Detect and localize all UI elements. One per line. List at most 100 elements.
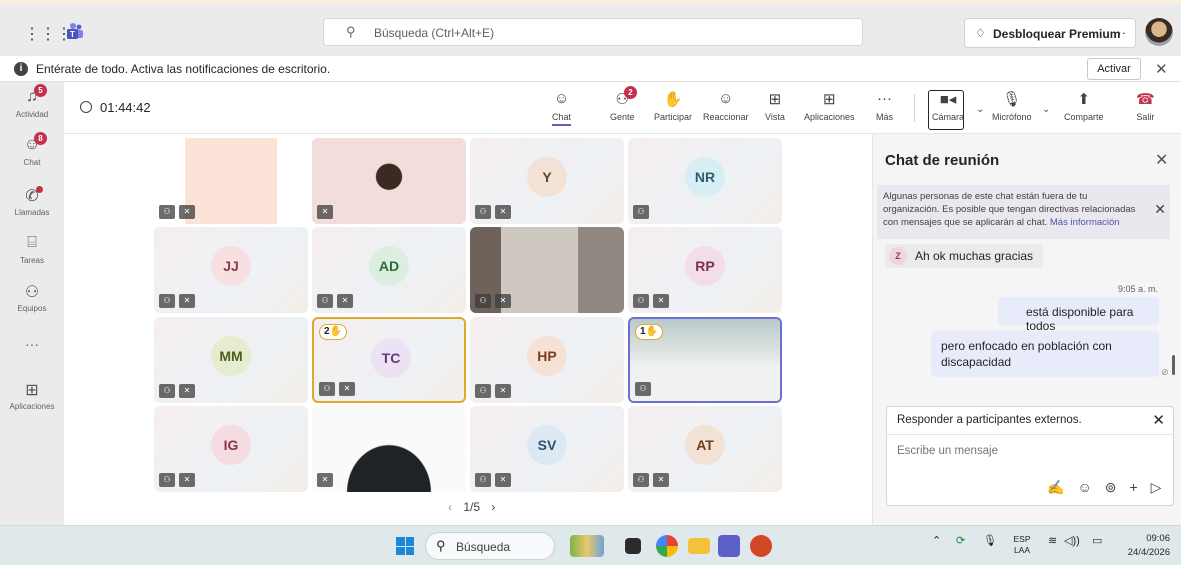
clock[interactable]: 09:06 24/4/2026 [1118, 532, 1170, 560]
react-button[interactable]: ☺ Reaccionar [703, 90, 749, 122]
participant-tile[interactable]: TC 2✋ ⚇ ✕ [312, 317, 466, 403]
participant-tile[interactable]: ✕ [312, 138, 466, 224]
clock-date: 24/4/2026 [1127, 547, 1170, 558]
participant-tile[interactable]: SV ⚇ ✕ [470, 406, 624, 492]
add-icon: ⊞ [822, 91, 836, 108]
participant-tile[interactable]: ⚇ ✕ [470, 227, 624, 313]
participant-tile[interactable]: RP ⚇ ✕ [628, 227, 782, 313]
guest-icon: ⚇ [475, 384, 491, 398]
participant-tile[interactable]: MM ⚇ ✕ [154, 317, 308, 403]
rail-item-chat[interactable]: ☺ 8 Chat [0, 132, 64, 167]
participant-video [312, 138, 466, 224]
participant-tile[interactable]: AT ⚇ ✕ [628, 406, 782, 492]
close-icon[interactable]: ✕ [1154, 202, 1166, 216]
next-page-button[interactable]: › [491, 500, 495, 514]
chrome-icon[interactable] [656, 535, 678, 557]
guest-icon: ⚇ [475, 205, 491, 219]
user-avatar[interactable] [1145, 18, 1173, 46]
unlock-premium-button[interactable]: ♢ Desbloquear Premium ··· [964, 18, 1136, 48]
close-icon[interactable]: ✕ [1152, 411, 1165, 429]
add-icon[interactable]: + [1129, 479, 1137, 496]
mic-button[interactable]: 🎙 Micrófono [992, 90, 1032, 122]
participant-tile[interactable]: JJ ⚇ ✕ [154, 227, 308, 313]
activity-badge: 5 [34, 84, 47, 97]
pagination: ‹ 1/5 › [440, 500, 503, 514]
tile-status-icons: ✕ [317, 473, 333, 487]
message-input[interactable] [897, 445, 1157, 457]
leave-button[interactable]: ☎ Salir [1136, 90, 1155, 122]
participant-tile[interactable]: ⚇ ✕ [154, 138, 308, 224]
mic-tray-icon[interactable]: 🎙 [983, 534, 997, 547]
chat-label: Chat [552, 112, 572, 126]
people-button[interactable]: ⚇ 2 Gente [610, 86, 637, 122]
task-view-icon[interactable] [625, 538, 641, 554]
participant-tile[interactable]: Y ⚇ ✕ [470, 138, 624, 224]
rail-item-label: Chat [23, 158, 41, 167]
participant-tile[interactable]: 1✋ ⚇ [628, 317, 782, 403]
mic-muted-icon: ✕ [179, 205, 195, 219]
rail-item-label: Aplicaciones [9, 402, 55, 411]
app-launcher-icon[interactable]: ⋮⋮⋮ [24, 24, 72, 44]
share-icon: ⬆ [1077, 91, 1091, 108]
battery-icon[interactable]: ▭ [1092, 534, 1102, 547]
teams-taskbar-icon[interactable] [718, 535, 740, 557]
emoji-icon[interactable]: ☺ [1077, 479, 1091, 496]
mic-muted-icon: ✕ [495, 473, 511, 487]
view-button[interactable]: ⊞ Vista [765, 90, 785, 122]
mic-muted-icon: ✕ [179, 473, 195, 487]
language-indicator[interactable]: ESP LAA [1010, 534, 1034, 556]
wifi-icon[interactable]: ≋ [1048, 534, 1057, 547]
camera-button[interactable]: ■◂ Cámara [932, 90, 964, 122]
raise-hand-button[interactable]: ✋ Participar [654, 90, 692, 122]
rail-item-calls[interactable]: ✆ Llamadas [0, 186, 64, 217]
rail-item-activity[interactable]: ♫ 5 Actividad [0, 84, 64, 119]
file-explorer-icon[interactable] [688, 538, 710, 554]
participant-tile[interactable]: ✕ [312, 406, 466, 492]
info-icon: i [14, 62, 28, 76]
compose-tools: ✍ ☺ ⊚ + ▷ [1047, 479, 1161, 496]
close-icon[interactable]: ✕ [1155, 60, 1168, 78]
chevron-down-icon[interactable]: ⌄ [1042, 104, 1050, 115]
participant-tile[interactable]: HP ⚇ ✕ [470, 317, 624, 403]
participant-tile[interactable]: IG ⚇ ✕ [154, 406, 308, 492]
calls-dot [36, 186, 43, 193]
more-options-button[interactable]: ··· [1113, 25, 1126, 40]
raised-hand-badge: 2✋ [319, 324, 348, 340]
participant-avatar: AD [369, 246, 409, 286]
share-button[interactable]: ⬆ Comparte [1064, 90, 1104, 122]
tile-status-icons: ⚇ ✕ [475, 205, 511, 219]
chat-scrollbar[interactable] [1172, 355, 1175, 375]
format-icon[interactable]: ✍ [1047, 479, 1064, 496]
chevron-down-icon[interactable]: ⌄ [976, 104, 984, 115]
sync-icon[interactable]: ⟳ [956, 534, 965, 547]
chat-button[interactable]: ☺ Chat [552, 90, 572, 126]
rail-item-more[interactable]: ··· [0, 336, 64, 352]
tray-chevron-icon[interactable]: ⌃ [932, 534, 941, 547]
activate-notifications-button[interactable]: Activar [1087, 58, 1141, 80]
prev-page-button[interactable]: ‹ [448, 500, 452, 514]
rail-item-tasks[interactable]: ⌸ Tareas [0, 234, 64, 265]
powerpoint-icon[interactable] [750, 535, 772, 557]
chat-badge: 8 [34, 132, 47, 145]
search-input[interactable]: ⚲ Búsqueda (Ctrl+Alt+E) [323, 18, 863, 46]
loop-icon[interactable]: ⊚ [1105, 479, 1117, 496]
rail-item-apps[interactable]: ⊞ Aplicaciones [0, 380, 64, 411]
compose-box: Responder a participantes externos. ✕ ✍ … [886, 406, 1174, 506]
widgets-icon[interactable] [570, 535, 604, 557]
search-icon: ⚲ [346, 24, 356, 39]
rail-item-teams[interactable]: ⚇ Equipos [0, 282, 64, 313]
guest-icon: ⚇ [159, 205, 175, 219]
send-icon[interactable]: ▷ [1151, 479, 1162, 496]
more-button[interactable]: ··· Más [876, 90, 893, 122]
windows-start-icon[interactable] [396, 537, 414, 555]
participant-tile[interactable]: AD ⚇ ✕ [312, 227, 466, 313]
tile-status-icons: ✕ [317, 205, 333, 219]
guest-icon: ⚇ [159, 294, 175, 308]
close-chat-icon[interactable]: ✕ [1155, 150, 1168, 170]
participant-tile[interactable]: NR ⚇ [628, 138, 782, 224]
outgoing-message: está disponible para todos [998, 297, 1159, 333]
taskbar-search[interactable]: ⚲ Búsqueda [425, 532, 555, 560]
more-info-link[interactable]: Más información [1050, 217, 1120, 228]
apps-button[interactable]: ⊞ Aplicaciones [804, 90, 855, 122]
volume-icon[interactable]: ◁)) [1064, 534, 1080, 547]
